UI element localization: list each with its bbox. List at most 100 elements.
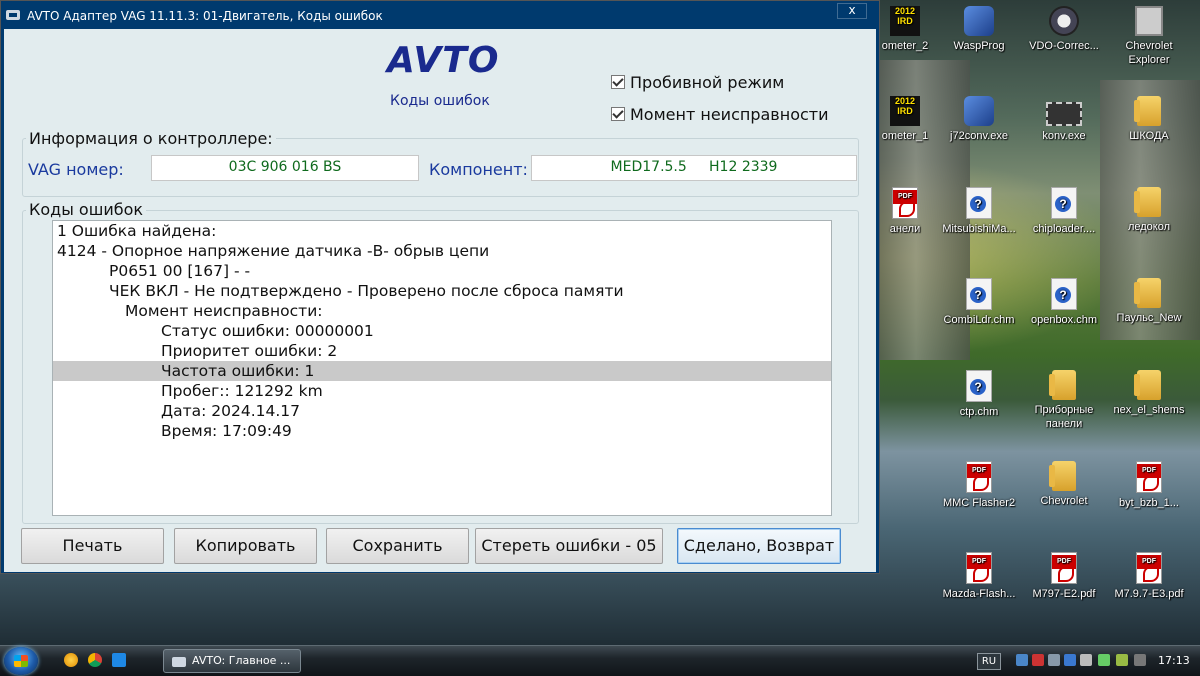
desktop-icon-pauls-new[interactable]: Паульс_New: [1106, 278, 1192, 325]
folder-icon: [1134, 96, 1161, 126]
desktop-icon-mitsubishima[interactable]: MitsubishiMa...: [936, 187, 1022, 236]
desktop-icon-waspprog[interactable]: WaspProg: [936, 6, 1022, 53]
list-item[interactable]: Момент неисправности:: [53, 301, 831, 321]
desktop-icon-ctp[interactable]: ctp.chm: [936, 370, 1022, 419]
list-item[interactable]: 4124 - Опорное напряжение датчика -B- об…: [53, 241, 831, 261]
network-tray-icon[interactable]: [1016, 654, 1028, 666]
clear-faults-button[interactable]: Стереть ошибки - 05: [475, 528, 663, 564]
list-item[interactable]: Приоритет ошибки: 2: [53, 341, 831, 361]
app-badge-icon: 2012 IRD: [890, 6, 920, 36]
component-field[interactable]: MED17.5.5 H12 2339: [531, 155, 857, 181]
copy-button[interactable]: Копировать: [174, 528, 317, 564]
pdf-icon: [966, 552, 992, 584]
list-item[interactable]: Статус ошибки: 00000001: [53, 321, 831, 341]
bluetooth-tray-icon[interactable]: [1064, 654, 1076, 666]
desktop-icon-ledokol[interactable]: ледокол: [1106, 187, 1192, 234]
wasp-app-icon: [964, 6, 994, 36]
desktop-icon-chevrolet-explorer[interactable]: Chevrolet Explorer: [1106, 6, 1192, 67]
close-button[interactable]: x: [837, 3, 867, 19]
list-item-selected[interactable]: Частота ошибки: 1: [53, 361, 831, 381]
list-item[interactable]: Время: 17:09:49: [53, 421, 831, 441]
desktop-icon-label: анели: [889, 223, 921, 235]
desktop-icon-label: ctp.chm: [959, 406, 999, 418]
app-badge-icon: 2012 IRD: [890, 96, 920, 126]
app-logo: AVTO: [387, 40, 500, 81]
folder-icon: [1134, 370, 1161, 400]
desktop-icon-pribornye-paneli[interactable]: Приборные панели: [1021, 370, 1107, 431]
volume-tray-icon[interactable]: [1080, 654, 1092, 666]
fault-codes-list[interactable]: 1 Ошибка найдена: 4124 - Опорное напряже…: [52, 220, 832, 516]
desktop-icon-label: konv.exe: [1042, 130, 1086, 142]
done-return-button[interactable]: Сделано, Возврат: [677, 528, 841, 564]
desktop-icon-mazda-flash[interactable]: Mazda-Flash...: [936, 552, 1022, 601]
desktop-icon-label: ШКОДА: [1129, 130, 1169, 142]
mail-icon[interactable]: [112, 653, 126, 667]
desktop-icon-label: WaspProg: [953, 40, 1005, 52]
desktop-icon-byt-bzb[interactable]: byt_bzb_1...: [1106, 461, 1192, 510]
checkbox-moment-neispravnosti[interactable]: Момент неисправности: [611, 105, 829, 124]
desktop-icon-label: chiploader....: [1032, 223, 1096, 235]
list-item[interactable]: P0651 00 [167] - -: [53, 261, 831, 281]
desktop-icon-label: MitsubishiMa...: [942, 223, 1016, 235]
folder-icon: [1134, 278, 1161, 308]
desktop-icon-skoda-folder[interactable]: ШКОДА: [1106, 96, 1192, 143]
list-item[interactable]: Пробег:: 121292 km: [53, 381, 831, 401]
vag-number-label: VAG номер:: [28, 160, 124, 179]
antivirus-tray-icon[interactable]: [1116, 654, 1128, 666]
desktop-icon-label: nex_el_shems: [1113, 404, 1185, 416]
folder-icon: [1049, 370, 1076, 400]
desktop-icon-m797-e3[interactable]: M7.9.7-E3.pdf: [1106, 552, 1192, 601]
desktop-icon-label: openbox.chm: [1030, 314, 1098, 326]
help-file-icon: [966, 187, 992, 219]
pdf-icon: [1051, 552, 1077, 584]
checkbox-probivnoy-rezhim[interactable]: Пробивной режим: [611, 73, 784, 92]
desktop-icon-konv[interactable]: konv.exe: [1021, 96, 1107, 143]
gauge-icon: [1049, 6, 1079, 36]
app-window-icon: [172, 657, 186, 667]
desktop-icon-combildr[interactable]: CombiLdr.chm: [936, 278, 1022, 327]
clock[interactable]: 17:13: [1158, 654, 1190, 667]
alert-tray-icon[interactable]: [1032, 654, 1044, 666]
desktop-icon-nex-el-shems[interactable]: nex_el_shems: [1106, 370, 1192, 417]
print-button[interactable]: Печать: [21, 528, 164, 564]
desktop-icon-mmc-flasher2[interactable]: MMC Flasher2: [936, 461, 1022, 510]
device-tray-icon[interactable]: [1048, 654, 1060, 666]
desktop-icon-label: Приборные панели: [1034, 404, 1094, 430]
checkbox-checked-icon[interactable]: [611, 107, 625, 121]
folder-icon: [1134, 187, 1161, 217]
desktop-icon-openbox[interactable]: openbox.chm: [1021, 278, 1107, 327]
desktop-icon-chevrolet-folder[interactable]: Chevrolet: [1021, 461, 1107, 508]
quick-launch-icon[interactable]: [64, 653, 78, 667]
desktop-icon-vdo-correc[interactable]: VDO-Correc...: [1021, 6, 1107, 53]
controller-info-label: Информация о контроллере:: [26, 129, 276, 148]
checkbox-checked-icon[interactable]: [611, 75, 625, 89]
save-button[interactable]: Сохранить: [326, 528, 469, 564]
chrome-icon[interactable]: [88, 653, 102, 667]
taskbar-item-avto[interactable]: AVTO: Главное ...: [163, 649, 301, 673]
window-title: AVTO Адаптер VAG 11.11.3: 01-Двигатель, …: [27, 9, 383, 23]
help-file-icon: [966, 278, 992, 310]
desktop-icon-label: Паульс_New: [1116, 312, 1182, 324]
start-button[interactable]: [4, 647, 38, 675]
desktop-icon-label: byt_bzb_1...: [1119, 497, 1179, 509]
desktop-icon-chiploader[interactable]: chiploader....: [1021, 187, 1107, 236]
battery-tray-icon[interactable]: [1098, 654, 1110, 666]
pdf-icon: [892, 187, 918, 219]
desktop-icon-j72conv[interactable]: j72conv.exe: [936, 96, 1022, 143]
list-item[interactable]: 1 Ошибка найдена:: [53, 221, 831, 241]
vag-number-field[interactable]: 03C 906 016 BS: [151, 155, 419, 181]
taskbar-item-label: AVTO: Главное ...: [192, 654, 291, 667]
list-item[interactable]: ЧЕК ВКЛ - Не подтверждено - Проверено по…: [53, 281, 831, 301]
flag-tray-icon[interactable]: [1134, 654, 1146, 666]
language-indicator[interactable]: RU: [977, 653, 1001, 670]
window-title-bar[interactable]: AVTO Адаптер VAG 11.11.3: 01-Двигатель, …: [1, 1, 879, 29]
badge-code: IRD: [897, 16, 913, 26]
list-item[interactable]: Дата: 2024.14.17: [53, 401, 831, 421]
taskbar: AVTO: Главное ... RU 17:13: [0, 645, 1200, 676]
fault-codes-label: Коды ошибок: [26, 200, 147, 219]
desktop-icon-label: Mazda-Flash...: [942, 588, 1016, 600]
desktop-icon-m797-e2[interactable]: M797-E2.pdf: [1021, 552, 1107, 601]
chip-icon: [1046, 102, 1082, 126]
help-file-icon: [1051, 278, 1077, 310]
badge-code: IRD: [897, 106, 913, 116]
